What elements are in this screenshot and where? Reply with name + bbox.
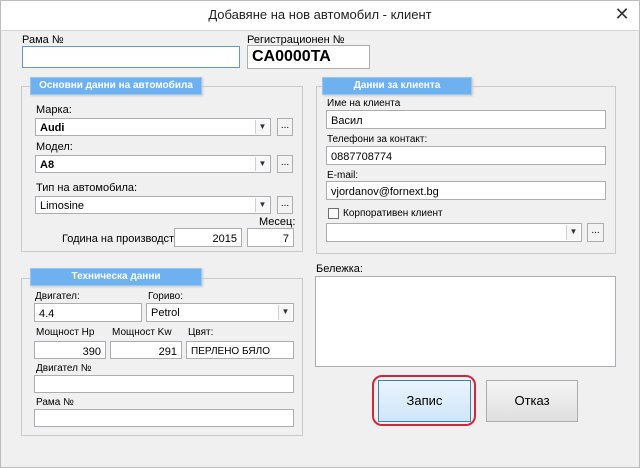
client-name-label: Име на клиента (327, 98, 401, 109)
year-label: Година на производство: (62, 233, 189, 245)
type-more-button[interactable]: ... (277, 196, 293, 214)
month-label: Месец: (259, 216, 296, 228)
engine-input[interactable]: 4.4 (34, 303, 142, 322)
corporate-label: Корпоративен клиент (343, 208, 443, 219)
email-label: E-mail: (327, 170, 359, 181)
email-input[interactable]: vjordanov@fornext.bg (326, 181, 606, 200)
engine-no-input[interactable] (34, 375, 294, 393)
frame-label: Рама № (22, 34, 64, 46)
kw-label: Мощност Kw (112, 327, 172, 338)
fuel-value: Petrol (151, 307, 180, 319)
year-input[interactable]: 2015 (174, 228, 242, 247)
company-select[interactable]: ▼ (326, 223, 582, 242)
hp-input[interactable]: 390 (34, 341, 106, 359)
chevron-down-icon[interactable]: ▼ (255, 198, 269, 212)
checkbox-icon[interactable] (328, 208, 339, 219)
type-label: Тип на автомобила: (36, 182, 138, 194)
engine-label: Двигател: (35, 291, 80, 302)
color-input[interactable]: ПЕРЛЕНО БЯЛО (186, 341, 294, 359)
note-textarea[interactable] (315, 276, 616, 367)
car-group-header: Основни данни на автомобила (30, 77, 202, 95)
model-select[interactable]: A8 ▼ (35, 155, 271, 173)
fuel-select[interactable]: Petrol ▼ (146, 303, 294, 322)
make-label: Марка: (36, 104, 72, 116)
close-icon[interactable]: ✕ (605, 0, 639, 28)
phone-input[interactable]: 0887708774 (326, 146, 606, 165)
month-input[interactable]: 7 (247, 228, 294, 247)
type-value: Limosine (40, 200, 85, 212)
frame-input[interactable] (22, 46, 240, 68)
client-group-header: Данни за клиента (322, 77, 472, 95)
phone-label: Телефони за контакт: (327, 134, 428, 145)
model-label: Модел: (36, 141, 73, 153)
chevron-down-icon[interactable]: ▼ (566, 225, 580, 240)
chevron-down-icon[interactable]: ▼ (278, 305, 292, 320)
client-name-input[interactable]: Васил (326, 110, 606, 129)
type-select[interactable]: Limosine ▼ (35, 196, 271, 214)
fuel-label: Гориво: (148, 291, 183, 302)
window-title: Добавяне на нов автомобил - клиент (208, 7, 432, 22)
reg-input[interactable]: CA0000TA (247, 45, 370, 69)
color-label: Цвят: (188, 327, 214, 338)
frame-no-input[interactable] (34, 409, 294, 427)
save-button[interactable]: Запис (378, 380, 471, 422)
hp-label: Мощност Hp (36, 327, 95, 338)
make-select[interactable]: Audi ▼ (35, 118, 271, 136)
chevron-down-icon[interactable]: ▼ (255, 157, 269, 171)
model-more-button[interactable]: ... (277, 155, 293, 173)
make-more-button[interactable]: ... (277, 118, 293, 136)
engine-no-label: Двигател № (36, 363, 92, 374)
tech-group-header: Техническа данни (30, 268, 202, 286)
model-value: A8 (40, 159, 55, 171)
kw-input[interactable]: 291 (110, 341, 182, 359)
cancel-button[interactable]: Отказ (486, 380, 578, 422)
frame-no-label: Рама № (36, 397, 74, 408)
note-label: Бележка: (316, 263, 363, 275)
company-more-button[interactable]: ... (587, 223, 604, 242)
make-value: Audi (40, 122, 65, 134)
chevron-down-icon[interactable]: ▼ (255, 120, 269, 134)
